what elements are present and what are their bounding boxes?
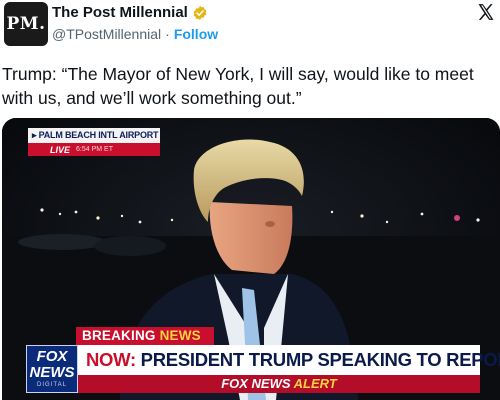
lower-third-headline: NOW: PRESIDENT TRUMP SPEAKING TO REPORTE…	[78, 345, 500, 375]
location-chyron: ▸ PALM BEACH INTL AIRPORT LIVE 6:54 PM E…	[28, 128, 160, 156]
avatar[interactable]: PM.	[4, 2, 48, 46]
alert-network: FOX NEWS	[221, 376, 294, 391]
author-name-line: The Post Millennial	[52, 4, 208, 21]
tweet-header: PM. The Post Millennial @TPostMillennial…	[0, 0, 500, 56]
breaking-news-tag: BREAKING NEWS	[76, 327, 214, 345]
location-label: ▸ PALM BEACH INTL AIRPORT	[28, 128, 160, 143]
handle[interactable]: @TPostMillennial	[52, 26, 161, 42]
fox-news-alert-bar: FOX NEWS ALERT	[78, 375, 480, 393]
verified-badge-icon	[193, 5, 207, 20]
x-logo-icon[interactable]	[476, 2, 496, 22]
breaking-news-label: NEWS	[159, 328, 201, 343]
headline-now: NOW:	[86, 349, 136, 370]
handle-line: @TPostMillennial · Follow	[52, 26, 218, 42]
separator-dot: ·	[165, 26, 170, 42]
headline-text: PRESIDENT TRUMP SPEAKING TO REPORTERS	[140, 349, 500, 370]
live-strip: LIVE 6:54 PM ET	[28, 143, 160, 156]
video-media[interactable]: ▸ PALM BEACH INTL AIRPORT LIVE 6:54 PM E…	[2, 118, 500, 400]
fox-logo-sub: DIGITAL	[37, 382, 67, 388]
fox-logo-bottom: NEWS	[29, 364, 75, 381]
follow-button[interactable]: Follow	[174, 26, 218, 42]
breaking-label: BREAKING	[82, 328, 160, 343]
fox-logo-top: FOX	[36, 348, 68, 365]
live-label: LIVE	[50, 144, 71, 155]
alert-label: ALERT	[293, 376, 337, 391]
display-name[interactable]: The Post Millennial	[52, 4, 188, 21]
tweet-text: Trump: “The Mayor of New York, I will sa…	[2, 64, 474, 108]
fox-news-logo: FOX NEWS DIGITAL	[26, 345, 78, 393]
broadcast-time: 6:54 PM ET	[76, 146, 113, 153]
